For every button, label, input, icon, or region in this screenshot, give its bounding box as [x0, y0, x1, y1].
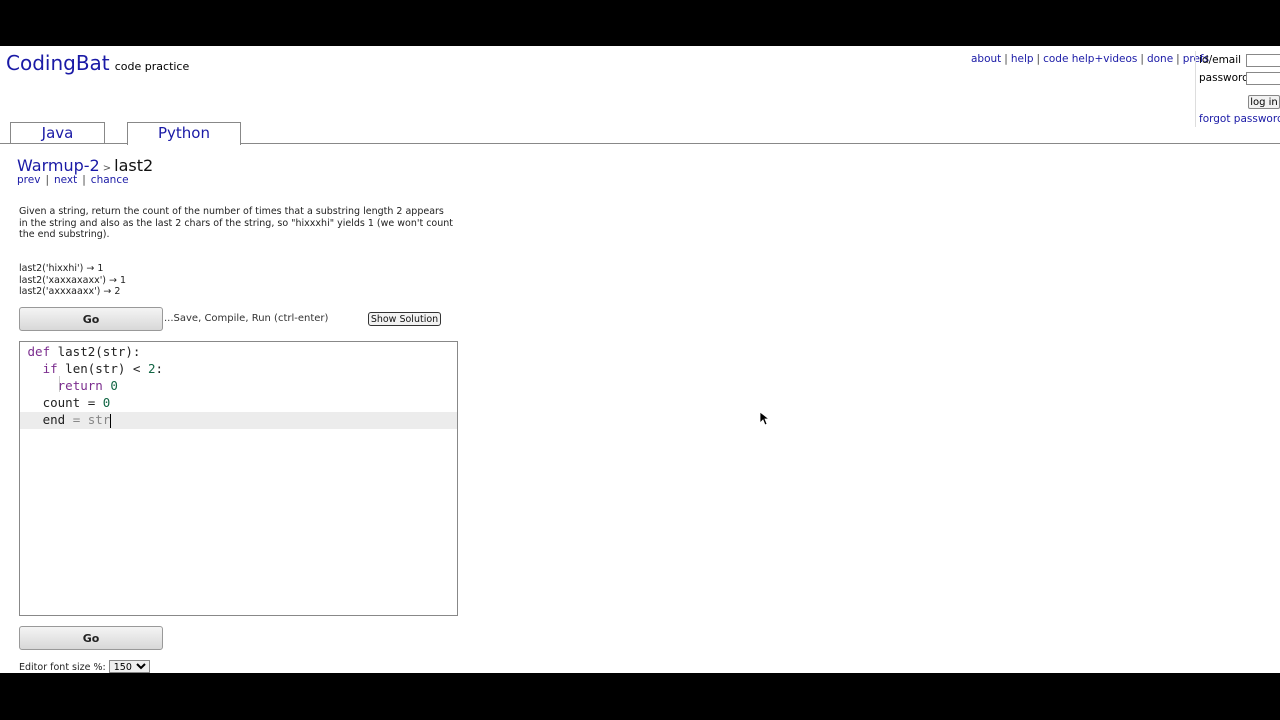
font-size-select[interactable]: 150	[108, 660, 150, 673]
subnav-separator: |	[45, 174, 49, 186]
id-email-label: id/email	[1199, 54, 1242, 66]
login-button[interactable]: log in	[1248, 95, 1280, 109]
example-item: last2('axxxaaxx') → 2	[19, 286, 121, 297]
code-line[interactable]: return 0	[20, 378, 457, 395]
page: CodingBat code practice about | help | code …	[0, 46, 1280, 673]
nav-code-help-videos[interactable]: code help+videos	[1043, 53, 1137, 65]
run-hint: ...Save, Compile, Run (ctrl-enter)	[164, 313, 329, 324]
code-line[interactable]: if len(str) < 2:	[20, 361, 457, 378]
nav-about[interactable]: about	[971, 53, 1001, 65]
password-label: password	[1199, 72, 1249, 84]
code-editor[interactable]: def last2(str): if len(str) < 2: return …	[19, 341, 458, 616]
chance-link[interactable]: chance	[91, 174, 129, 186]
font-size-label: Editor font size %:	[19, 662, 106, 673]
site-name[interactable]: CodingBat	[6, 51, 110, 75]
next-link[interactable]: next	[54, 174, 77, 186]
tab-java[interactable]: Java	[10, 122, 105, 143]
problem-nav: prev | next | chance	[17, 174, 129, 186]
code-line[interactable]: count = 0	[20, 395, 457, 412]
login-panel: id/email password log in forgot password	[1195, 51, 1280, 127]
nav-separator: |	[1004, 53, 1008, 65]
show-solution-button[interactable]: Show Solution	[368, 312, 441, 326]
breadcrumb-section-link[interactable]: Warmup-2	[17, 156, 100, 175]
id-email-input[interactable]	[1246, 54, 1280, 67]
password-input[interactable]	[1246, 72, 1280, 85]
site-tagline: code practice	[114, 60, 190, 73]
go-button-bottom[interactable]: Go	[19, 626, 163, 650]
editor-font-size: Editor font size %: 150	[19, 660, 150, 673]
examples-list: last2('hixxhi') → 1 last2('xaxxaxaxx') →…	[19, 263, 126, 298]
problem-description: Given a string, return the count of the …	[19, 206, 454, 241]
site-logo[interactable]: CodingBat code practice	[6, 51, 189, 75]
nav-separator: |	[1140, 53, 1144, 65]
example-item: last2('hixxhi') → 1	[19, 263, 104, 274]
go-button-top[interactable]: Go	[19, 307, 163, 331]
breadcrumb: Warmup-2 > last2	[17, 156, 153, 175]
code-line-active[interactable]: end = str	[20, 412, 457, 429]
breadcrumb-separator: >	[102, 163, 112, 174]
text-cursor	[110, 413, 112, 428]
prev-link[interactable]: prev	[17, 174, 40, 186]
top-nav: about | help | code help+videos | done | prefs	[971, 53, 1209, 65]
nav-separator: |	[1036, 53, 1041, 65]
language-tabs: Java Python	[0, 122, 1280, 145]
nav-separator: |	[1176, 53, 1180, 65]
code-line[interactable]: def last2(str):	[20, 344, 457, 361]
nav-done[interactable]: done	[1147, 53, 1173, 65]
mouse-pointer-icon	[760, 412, 770, 426]
subnav-separator: |	[82, 174, 86, 186]
nav-help[interactable]: help	[1011, 53, 1034, 65]
tab-python[interactable]: Python	[127, 122, 241, 145]
example-item: last2('xaxxaxaxx') → 1	[19, 274, 127, 286]
problem-title: last2	[114, 156, 154, 175]
